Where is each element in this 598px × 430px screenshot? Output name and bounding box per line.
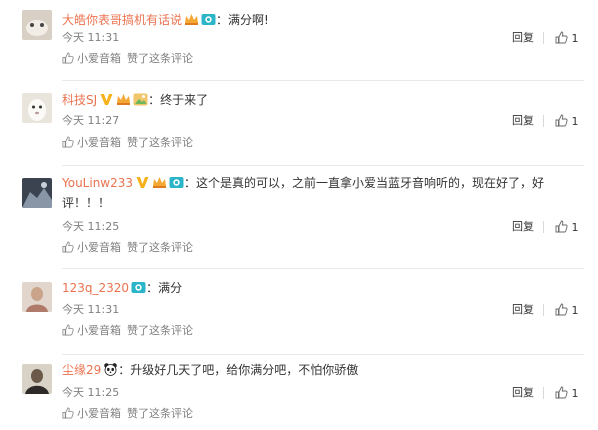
liked-by: 小爱音箱 赞了这条评论 (62, 52, 193, 66)
like-count: 1 (571, 32, 579, 45)
liked-label: 赞了这条评论 (127, 52, 193, 65)
comment-line: 尘缘29 ：升级好几天了吧，给你满分吧，不怕你骄傲 (62, 362, 358, 378)
divider (62, 165, 584, 166)
comment-text: ：满分 (146, 281, 183, 295)
verified-v-icon (135, 175, 150, 190)
thumbs-up-icon (62, 136, 77, 149)
liked-by-user[interactable]: 小爱音箱 (77, 136, 121, 149)
liked-by: 小爱音箱 赞了这条评论 (62, 136, 193, 150)
thumbs-up-icon (555, 114, 568, 128)
like-count: 1 (571, 221, 579, 234)
comment-line: 大皓你表哥搞机有话说 ：满分啊! (62, 12, 269, 28)
like-button[interactable]: 1 (555, 114, 579, 129)
comment-time: 今天 11:25 (62, 220, 120, 233)
crown-badge-icon (116, 92, 131, 107)
divider (62, 268, 584, 269)
camera-badge-icon (201, 12, 216, 27)
action-separator (543, 32, 544, 44)
divider (62, 80, 584, 81)
liked-label: 赞了这条评论 (127, 136, 193, 149)
thumbs-up-icon (62, 407, 77, 420)
comment-text: ：终于来了 (148, 93, 209, 107)
comment-text: ：升级好几天了吧，给你满分吧，不怕你骄傲 (118, 363, 359, 377)
thumbs-up-icon (555, 386, 568, 400)
comment-line: YouLinw233 ：这个是真的可以，之前一直拿小爱当蓝牙音响听的，现在好了，好… (62, 173, 562, 213)
thumbs-up-icon (555, 31, 568, 45)
divider (62, 354, 584, 355)
username-link[interactable]: 尘缘29 (62, 363, 101, 377)
liked-by-user[interactable]: 小爱音箱 (77, 407, 121, 420)
reply-button[interactable]: 回复 (512, 220, 534, 234)
liked-by: 小爱音箱 赞了这条评论 (62, 407, 193, 421)
avatar[interactable] (22, 93, 52, 123)
thumbs-up-icon (62, 52, 77, 65)
liked-label: 赞了这条评论 (127, 324, 193, 337)
reply-button[interactable]: 回复 (512, 114, 534, 128)
avatar[interactable] (22, 10, 52, 40)
reply-button[interactable]: 回复 (512, 386, 534, 400)
comment-time: 今天 11:31 (62, 31, 120, 44)
like-button[interactable]: 1 (555, 31, 579, 46)
reply-button[interactable]: 回复 (512, 303, 534, 317)
action-separator (543, 387, 544, 399)
username-link[interactable]: 科技SJ (62, 93, 97, 107)
landscape-badge-icon (133, 92, 148, 107)
username-link[interactable]: YouLinw233 (62, 176, 133, 190)
comment-time: 今天 11:25 (62, 386, 120, 399)
verified-v-icon (99, 92, 114, 107)
like-count: 1 (571, 115, 579, 128)
liked-by: 小爱音箱 赞了这条评论 (62, 324, 193, 338)
comment-text: ：满分啊! (216, 13, 269, 27)
like-count: 1 (571, 304, 579, 317)
comment-line: 科技SJ ：终于来了 (62, 92, 208, 108)
like-button[interactable]: 1 (555, 220, 579, 235)
like-button[interactable]: 1 (555, 303, 579, 318)
liked-label: 赞了这条评论 (127, 241, 193, 254)
camera-badge-icon (131, 280, 146, 295)
comment-time: 今天 11:31 (62, 303, 120, 316)
liked-by-user[interactable]: 小爱音箱 (77, 52, 121, 65)
action-separator (543, 115, 544, 127)
like-button[interactable]: 1 (555, 386, 579, 401)
crown-badge-icon (152, 175, 167, 190)
liked-by-user[interactable]: 小爱音箱 (77, 324, 121, 337)
username-link[interactable]: 大皓你表哥搞机有话说 (62, 13, 182, 27)
action-separator (543, 304, 544, 316)
action-separator (543, 221, 544, 233)
username-link[interactable]: 123q_2320 (62, 281, 129, 295)
thumbs-up-icon (62, 241, 77, 254)
like-count: 1 (571, 387, 579, 400)
comment-time: 今天 11:27 (62, 114, 120, 127)
avatar[interactable] (22, 178, 52, 208)
thumbs-up-icon (62, 324, 77, 337)
liked-by-user[interactable]: 小爱音箱 (77, 241, 121, 254)
crown-badge-icon (184, 12, 199, 27)
avatar[interactable] (22, 364, 52, 394)
liked-label: 赞了这条评论 (127, 407, 193, 420)
comment-line: 123q_2320 ：满分 (62, 280, 182, 296)
reply-button[interactable]: 回复 (512, 31, 534, 45)
avatar[interactable] (22, 282, 52, 312)
thumbs-up-icon (555, 303, 568, 317)
liked-by: 小爱音箱 赞了这条评论 (62, 241, 193, 255)
camera-badge-icon (169, 175, 184, 190)
panda-badge-icon (103, 362, 118, 377)
thumbs-up-icon (555, 220, 568, 234)
